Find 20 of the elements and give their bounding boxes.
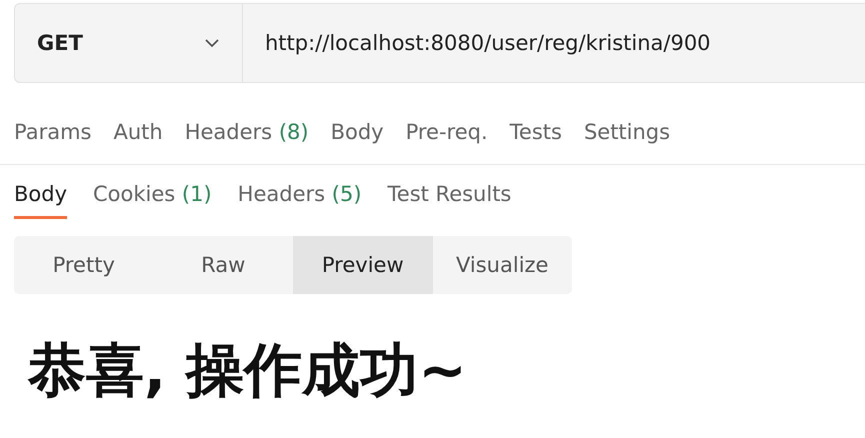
tab[interactable]: Body — [330, 120, 384, 164]
tab[interactable]: Settings — [584, 120, 670, 164]
tab[interactable]: Tests — [510, 120, 562, 164]
view-mode-option[interactable]: Preview — [293, 236, 432, 294]
url-field[interactable]: http://localhost:8080/user/reg/kristina/900 — [243, 3, 865, 83]
view-mode-option[interactable]: Raw — [154, 236, 293, 294]
method-dropdown[interactable]: GET — [14, 3, 243, 83]
tab[interactable]: Test Results — [388, 182, 512, 219]
tab[interactable]: Params — [14, 120, 92, 164]
tab[interactable]: Auth — [114, 120, 163, 164]
tab[interactable]: Headers (5) — [238, 182, 362, 219]
chevron-down-icon — [204, 38, 220, 48]
method-label: GET — [37, 31, 83, 55]
view-mode-option[interactable]: Visualize — [432, 236, 572, 294]
view-mode-option[interactable]: Pretty — [14, 236, 154, 294]
tab[interactable]: Cookies (1) — [93, 182, 212, 219]
preview-heading: 恭喜, 操作成功~ — [28, 335, 468, 406]
tab[interactable]: Headers (8) — [184, 120, 309, 164]
tab[interactable]: Body — [14, 182, 68, 219]
tab[interactable]: Pre-req. — [406, 120, 488, 164]
